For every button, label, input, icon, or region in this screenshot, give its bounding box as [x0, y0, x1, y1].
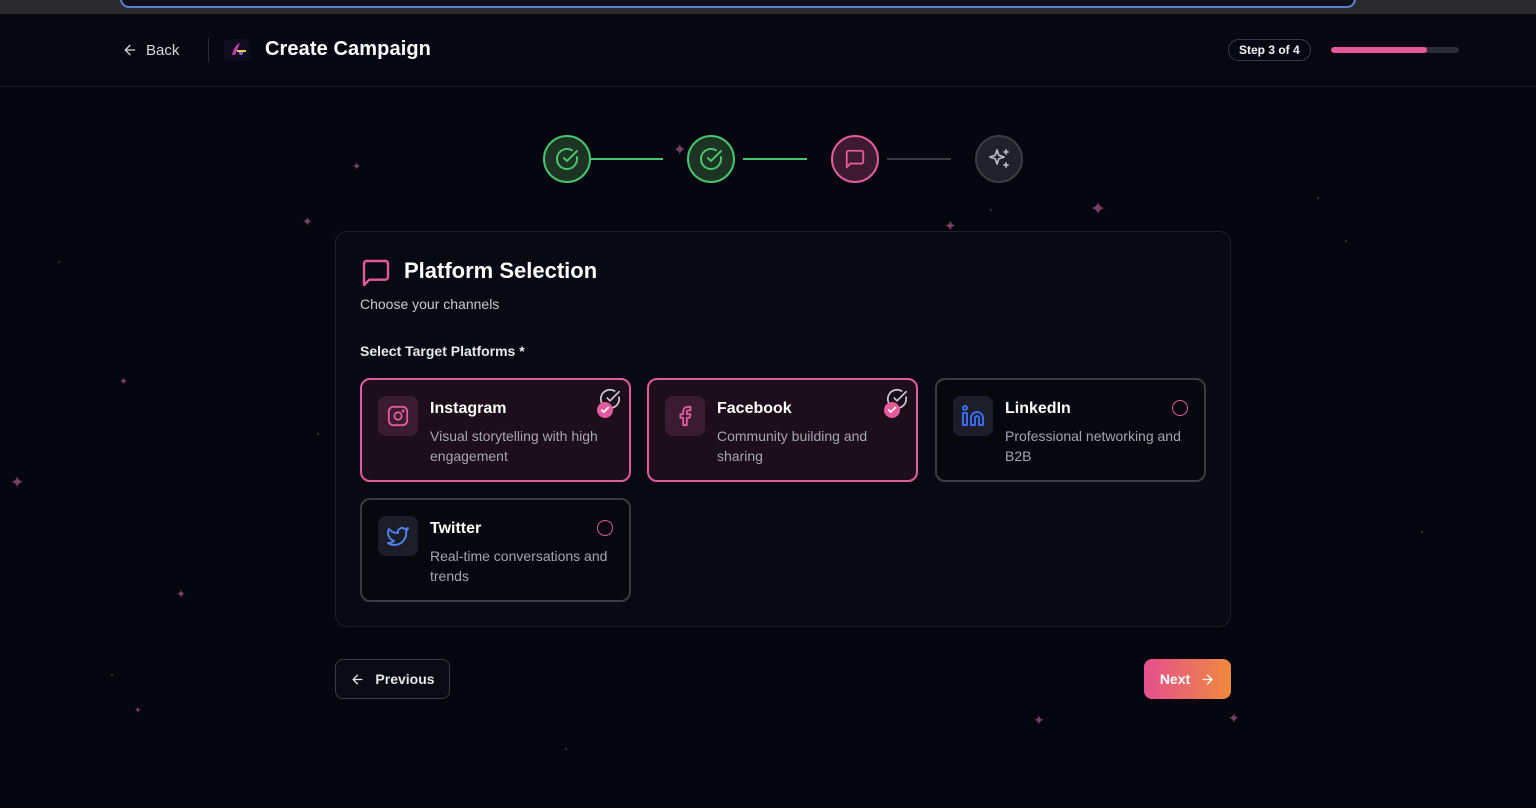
star-dot	[565, 748, 567, 750]
platform-selection-card: Platform Selection Choose your channels …	[335, 231, 1231, 627]
platform-option-twitter[interactable]: Twitter Real-time conversations and tren…	[360, 498, 631, 602]
star-dot	[1317, 197, 1319, 199]
arrow-left-icon	[124, 44, 136, 56]
platform-option-instagram[interactable]: Instagram Visual storytelling with high …	[360, 378, 631, 482]
platform-checkbox-unchecked[interactable]	[597, 520, 613, 536]
arrow-right-icon	[1202, 674, 1213, 684]
step-badge: Step 3 of 4	[1228, 39, 1311, 61]
sparkle-icon: ✦	[1228, 710, 1240, 726]
back-button[interactable]: Back	[122, 38, 179, 62]
sparkle-icon: ✦	[1033, 712, 1045, 728]
linkedin-icon	[953, 396, 993, 436]
twitter-icon	[378, 516, 418, 556]
check-icon	[600, 406, 610, 413]
check-circle-icon	[700, 147, 722, 170]
step-connector	[743, 158, 807, 160]
step-1-completed	[543, 135, 591, 183]
sparkle-icon: ✦	[302, 214, 313, 229]
sparkles-icon	[989, 149, 1009, 168]
browser-address-bar[interactable]	[120, 0, 1356, 8]
sparkle-icon: ✦	[176, 587, 187, 601]
next-button[interactable]: Next	[1144, 659, 1231, 699]
platform-name: Twitter	[430, 520, 482, 537]
arrow-left-icon	[352, 674, 363, 684]
facebook-icon	[665, 396, 705, 436]
card-title: Platform Selection	[404, 258, 598, 283]
platform-description: Real-time conversations and trends	[430, 548, 608, 584]
page-title: Create Campaign	[265, 38, 431, 60]
progress-bar	[1331, 47, 1459, 53]
star-dot	[317, 433, 319, 435]
platform-checkbox-checked[interactable]	[884, 402, 900, 418]
star-dot	[111, 674, 113, 676]
platform-description: Professional networking and B2B	[1005, 428, 1181, 464]
message-square-icon	[845, 149, 865, 169]
platform-description: Community building and sharing	[717, 428, 868, 464]
platform-checkbox-unchecked[interactable]	[1172, 400, 1188, 416]
brand-logo	[224, 39, 250, 61]
star-dot	[58, 261, 60, 263]
platform-name: Instagram	[430, 400, 507, 417]
card-subtitle: Choose your channels	[360, 296, 500, 312]
step-connector	[887, 158, 951, 160]
platform-name: Facebook	[717, 400, 792, 417]
browser-chrome	[0, 0, 1536, 14]
sparkle-icon: ✦	[352, 161, 362, 173]
step-2-completed	[687, 135, 735, 183]
progress-bar-fill	[1331, 47, 1427, 53]
header-divider	[208, 38, 209, 62]
progress-stepper	[543, 135, 1023, 183]
check-circle-icon	[556, 147, 578, 170]
star-dot	[1421, 531, 1423, 533]
next-label: Next	[1159, 671, 1191, 687]
platform-description: Visual storytelling with high engagement	[430, 428, 598, 464]
sparkle-icon: ✦	[10, 473, 25, 492]
star-dot	[990, 209, 992, 211]
app-header: Back Create Campaign Step 3 of 4	[0, 14, 1536, 87]
star-dot	[1345, 240, 1347, 242]
back-label: Back	[146, 41, 180, 59]
step-4-upcoming	[975, 135, 1023, 183]
sparkle-icon: ✦	[119, 376, 129, 388]
platforms-field-label: Select Target Platforms *	[360, 343, 525, 359]
message-square-icon	[360, 257, 392, 294]
platform-name: LinkedIn	[1005, 400, 1071, 417]
platform-option-facebook[interactable]: Facebook Community building and sharing	[647, 378, 918, 482]
sparkle-icon: ✦	[1090, 199, 1106, 220]
previous-button[interactable]: Previous	[335, 659, 450, 699]
platform-checkbox-checked[interactable]	[597, 402, 613, 418]
previous-label: Previous	[375, 671, 435, 687]
step-connector	[591, 158, 663, 160]
sparkle-icon: ✦	[134, 705, 142, 715]
platform-option-linkedin[interactable]: LinkedIn Professional networking and B2B	[935, 378, 1206, 482]
instagram-icon	[378, 396, 418, 436]
step-3-active	[831, 135, 879, 183]
check-icon	[887, 406, 897, 413]
